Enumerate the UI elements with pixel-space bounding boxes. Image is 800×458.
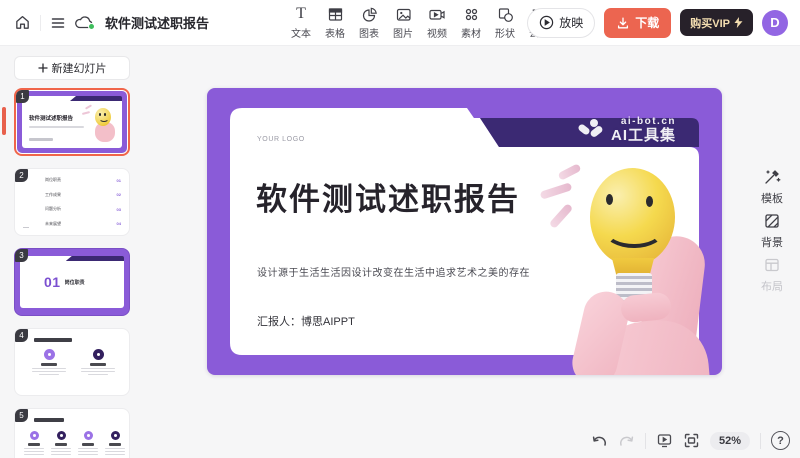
slide-presenter[interactable]: 汇报人：博思AIPPT (257, 313, 355, 329)
toc-row: 问题分析03 (15, 206, 121, 212)
slide-thumbnail-2[interactable]: 岗位职责01 工作成果02 问题分析03 未来展望04 2 (14, 168, 130, 236)
magic-wand-icon (763, 168, 781, 186)
new-slide-button[interactable]: 新建幻灯片 (14, 56, 130, 80)
fit-screen-icon[interactable] (683, 432, 700, 449)
slide-number-badge: 2 (15, 169, 28, 182)
help-button[interactable]: ? (771, 431, 790, 450)
tool-table[interactable]: 表格 (318, 5, 352, 40)
cloud-sync-icon[interactable] (75, 14, 94, 31)
slide-subtitle[interactable]: 设计源于生活生活因设计改变在生活中追求艺术之美的存在 (257, 264, 530, 279)
assets-icon (463, 5, 480, 23)
background-fill-icon (763, 212, 781, 230)
bullet-dot (111, 431, 120, 440)
download-icon (616, 16, 630, 30)
slide-title[interactable]: 软件测试述职报告 (256, 174, 520, 219)
present-button[interactable]: 放映 (527, 8, 595, 38)
thumb-title-placeholder (34, 338, 72, 342)
sidebar-item-background[interactable]: 背景 (752, 212, 792, 250)
bullet-dot (30, 431, 39, 440)
undo-icon[interactable] (591, 433, 608, 448)
watermark: ai-bot.cn AI工具集 (577, 117, 676, 143)
sidebar-item-template[interactable]: 模板 (752, 168, 792, 206)
image-icon (395, 5, 412, 23)
home-icon[interactable] (14, 14, 31, 31)
zoom-level[interactable]: 52% (710, 432, 750, 450)
thumb-title-placeholder (34, 418, 64, 422)
slide-thumbnail-4[interactable]: 4 (14, 328, 130, 396)
topbar-left: 软件测试述职报告 (14, 0, 209, 45)
app-window: 软件测试述职报告 T 文本 表格 图表 (0, 0, 800, 458)
present-monitor-icon[interactable] (656, 432, 673, 449)
download-button[interactable]: 下载 (604, 8, 671, 38)
sidebar-item-layout[interactable]: 布局 (752, 256, 792, 294)
buy-vip-button[interactable]: 购买VIP (680, 9, 753, 36)
toolbar-tools: T 文本 表格 图表 图片 (284, 5, 556, 40)
bullet-dot (84, 431, 93, 440)
text-icon: T (296, 5, 306, 23)
tool-video[interactable]: 视频 (420, 5, 454, 40)
divider (40, 15, 41, 31)
slide-thumbnail-5[interactable]: 5 (14, 408, 130, 458)
slide-number-badge: 1 (16, 90, 29, 103)
smile (604, 214, 664, 248)
document-title[interactable]: 软件测试述职报告 (105, 13, 209, 32)
bullet-dot (57, 431, 66, 440)
bullet-dot (93, 349, 104, 360)
tool-chart[interactable]: 图表 (352, 5, 386, 40)
lightning-icon (734, 17, 743, 28)
slide-thumbnail-3[interactable]: 01 岗位职责 3 (14, 248, 130, 316)
tool-shape[interactable]: 形状 (488, 5, 522, 40)
bullet-dot (44, 349, 55, 360)
topbar-right: 放映 下载 购买VIP D (527, 0, 788, 45)
layout-icon (763, 256, 781, 274)
slide-number-badge: 3 (15, 249, 28, 262)
tool-image[interactable]: 图片 (386, 5, 420, 40)
video-icon (428, 5, 446, 23)
current-slide-indicator (2, 107, 6, 135)
logo-placeholder[interactable]: YOUR LOGO (257, 136, 305, 143)
tool-text[interactable]: T 文本 (284, 5, 318, 40)
tool-assets[interactable]: 素材 (454, 5, 488, 40)
statusbar: 52% ? (591, 431, 790, 450)
table-icon (327, 5, 344, 23)
toc-row: 岗位职责01 (15, 177, 121, 183)
watermark-logo-icon (577, 118, 604, 142)
slide-number-badge: 5 (15, 409, 28, 422)
topbar: 软件测试述职报告 T 文本 表格 图表 (0, 0, 800, 46)
plus-icon (38, 63, 48, 73)
play-circle-icon (539, 15, 554, 30)
shapes-icon (497, 5, 514, 23)
pie-chart-icon (361, 5, 378, 23)
slide-number-badge: 4 (15, 329, 28, 342)
sync-ok-dot (88, 23, 95, 30)
toc-row: 工作成果02 (15, 192, 121, 198)
toc-row: 未来展望04 (15, 221, 121, 227)
menu-icon[interactable] (50, 15, 66, 31)
redo-icon[interactable] (618, 433, 635, 448)
mini-bulb (95, 108, 111, 126)
canvas-slide[interactable]: YOUR LOGO 软件测试述职报告 设计源于生活生活因设计改变在生活中追求艺术… (207, 88, 722, 375)
slide-thumbnail-1[interactable]: 软件测试述职报告 1 (14, 88, 130, 156)
user-avatar[interactable]: D (762, 10, 788, 36)
divider (645, 433, 646, 449)
divider (760, 433, 761, 449)
